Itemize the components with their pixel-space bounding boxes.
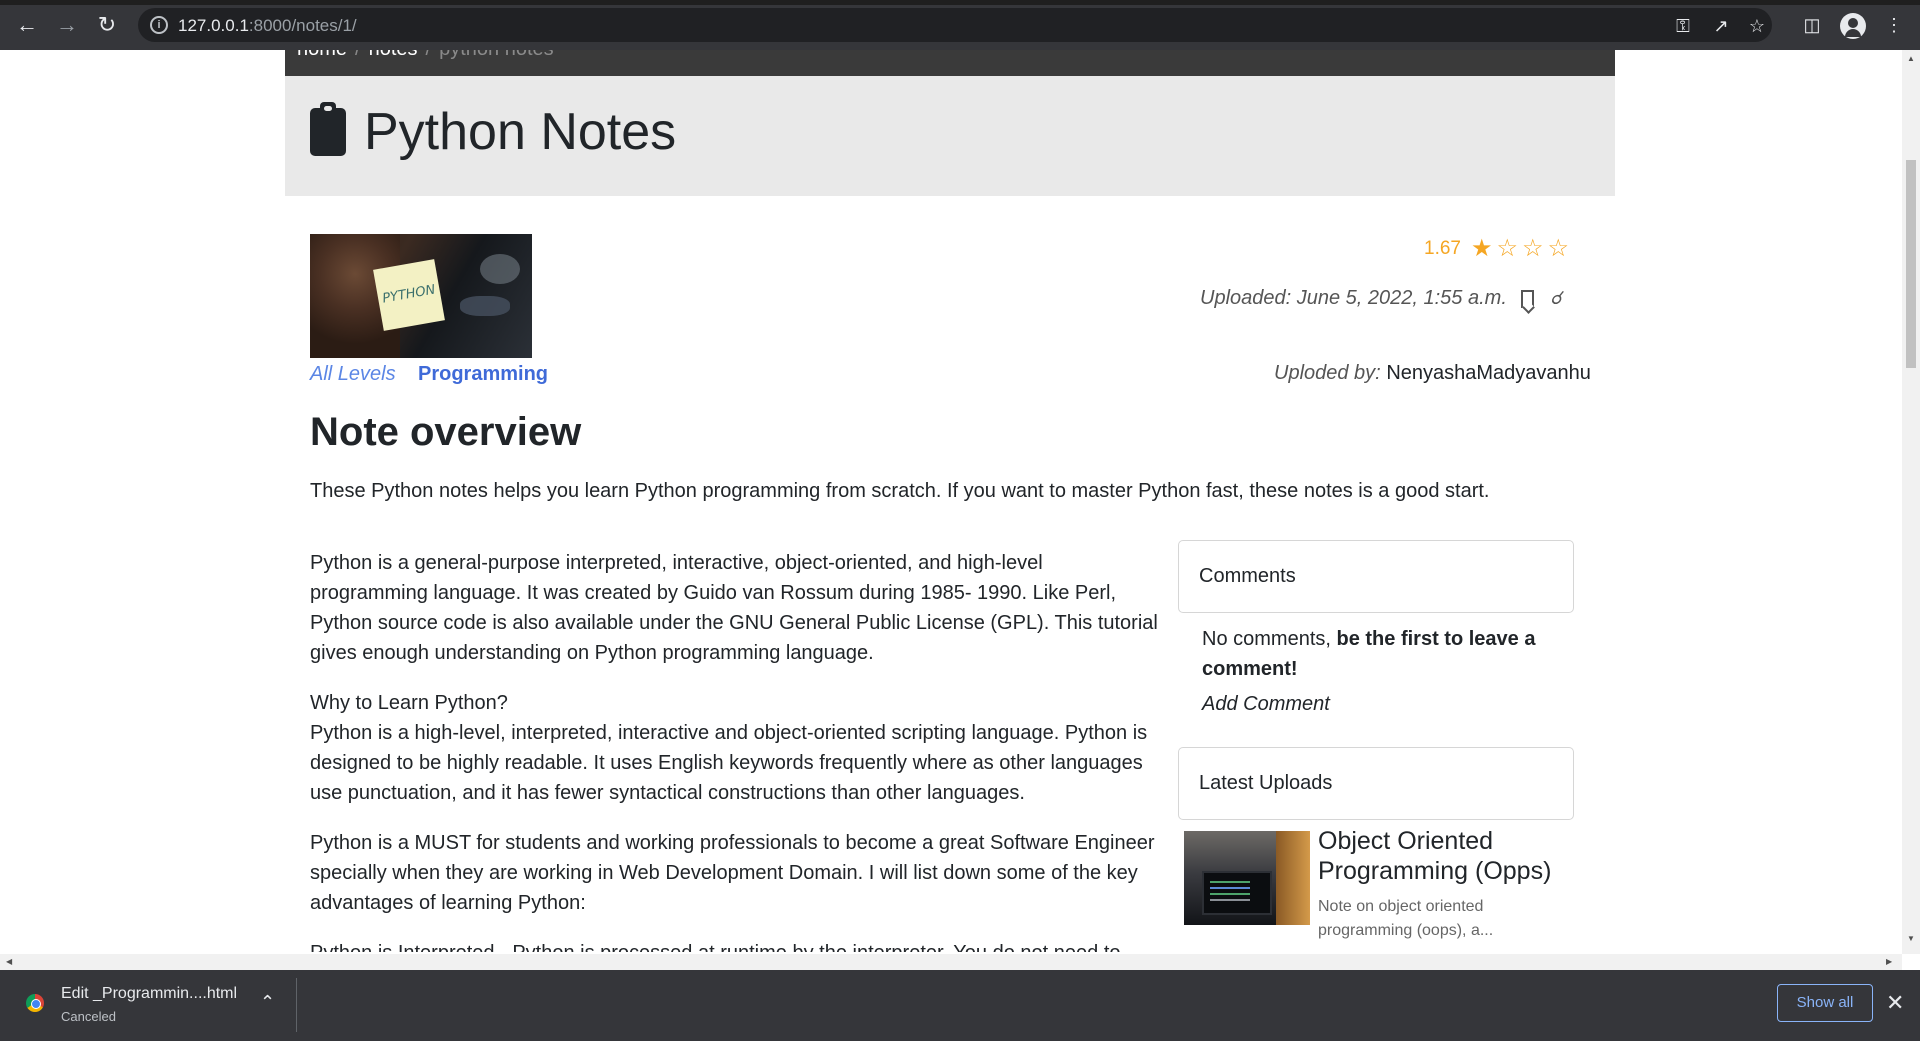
- thumbnail-bokeh: [460, 296, 510, 316]
- page-title-text: Python Notes: [364, 103, 677, 161]
- breadcrumb: home / notes / python notes: [285, 50, 1615, 76]
- latest-upload-title[interactable]: Object Oriented Programming (Opps): [1318, 826, 1588, 886]
- comments-card: Comments: [1178, 540, 1574, 613]
- star-filled-icon[interactable]: ★: [1471, 237, 1493, 261]
- scroll-up-icon[interactable]: ▲: [1907, 54, 1915, 63]
- note-body: Python is a general-purpose interpreted,…: [310, 548, 1162, 952]
- breadcrumb-current: python notes: [439, 50, 554, 60]
- body-subheading: Why to Learn Python?: [310, 692, 508, 714]
- scroll-left-icon[interactable]: ◀: [6, 957, 12, 966]
- uploader-label: Uploded by:: [1274, 362, 1381, 384]
- thumbnail-sticky-note: PYTHON: [373, 259, 445, 331]
- no-comments-text: No comments,: [1202, 628, 1331, 650]
- level-link[interactable]: All Levels: [310, 363, 396, 386]
- bookmark-icon[interactable]: [1520, 289, 1534, 308]
- thumbnail-laptop: [1202, 871, 1272, 915]
- overview-heading: Note overview: [310, 410, 582, 454]
- side-panel-icon[interactable]: ◫: [1800, 13, 1824, 37]
- star-empty-icon[interactable]: ☆: [1522, 237, 1544, 261]
- key-icon[interactable]: ⚿: [1672, 15, 1694, 37]
- thumbnail-bokeh: [480, 254, 520, 284]
- scroll-down-icon[interactable]: ▼: [1907, 934, 1915, 943]
- thumbnail-lamp: [1276, 831, 1310, 925]
- close-icon[interactable]: ✕: [1886, 990, 1904, 1016]
- no-comments-message: No comments, be the first to leave a com…: [1202, 624, 1562, 684]
- overview-text: These Python notes helps you learn Pytho…: [310, 480, 1490, 502]
- latest-uploads-title: Latest Uploads: [1199, 772, 1333, 794]
- breadcrumb-separator: /: [426, 50, 432, 60]
- share-icon[interactable]: ↗: [1710, 15, 1732, 37]
- chevron-up-icon[interactable]: ⌃: [260, 992, 275, 1013]
- category-link[interactable]: Programming: [418, 363, 548, 386]
- profile-icon[interactable]: [1840, 13, 1866, 39]
- latest-uploads-card: Latest Uploads: [1178, 747, 1574, 820]
- latest-upload-thumbnail[interactable]: [1184, 831, 1310, 925]
- comments-title: Comments: [1199, 565, 1296, 587]
- uploader-name[interactable]: NenyashaMadyavanhu: [1386, 362, 1591, 384]
- body-paragraph: Python is a MUST for students and workin…: [310, 832, 1155, 914]
- download-filename[interactable]: Edit _Programmin....html: [61, 985, 237, 1003]
- reload-icon[interactable]: ↻: [92, 10, 122, 40]
- browser-toolbar: ← → ↻ i 127.0.0.1:8000/notes/1/ ⚿ ↗ ☆ ◫ …: [0, 0, 1920, 50]
- page-viewport: home / notes / python notes Python Notes PYT…: [0, 50, 1902, 954]
- address-bar[interactable]: i 127.0.0.1:8000/notes/1/ ⚿ ↗ ☆: [138, 8, 1772, 42]
- divider: [296, 978, 297, 1032]
- tab-strip-edge: [0, 0, 1920, 5]
- uploader: Uploded by: NenyashaMadyavanhu: [1274, 362, 1591, 385]
- share-nodes-icon[interactable]: ☌: [1550, 288, 1562, 309]
- menu-icon[interactable]: ⋮: [1882, 13, 1906, 37]
- breadcrumb-notes[interactable]: notes: [369, 50, 418, 60]
- url-path: :8000/notes/1/: [248, 16, 357, 35]
- url-text[interactable]: 127.0.0.1:8000/notes/1/: [178, 16, 357, 36]
- rating-value: 1.67: [1424, 238, 1461, 259]
- breadcrumb-items: home / notes / python notes: [297, 50, 554, 61]
- add-comment-link[interactable]: Add Comment: [1202, 693, 1330, 716]
- body-paragraph: Why to Learn Python? Python is a high-lev…: [310, 688, 1162, 808]
- body-paragraph-partial: Python is Interpreted - Python is proces…: [310, 938, 1162, 952]
- note-thumbnail: PYTHON: [310, 234, 532, 358]
- page-title: Python Notes: [310, 102, 676, 162]
- star-icon[interactable]: ☆: [1746, 15, 1768, 37]
- star-empty-icon[interactable]: ☆: [1548, 237, 1570, 261]
- forward-icon[interactable]: →: [52, 10, 82, 40]
- star-empty-icon[interactable]: ☆: [1497, 237, 1519, 261]
- body-paragraph-text: Python is a high-level, interpreted, int…: [310, 722, 1148, 804]
- vertical-scrollbar[interactable]: ▲ ▼: [1902, 50, 1920, 954]
- rating: 1.67 ★ ☆ ☆ ☆: [1424, 237, 1569, 261]
- chrome-logo-icon: [26, 994, 44, 1012]
- info-icon[interactable]: i: [150, 16, 168, 34]
- download-status: Canceled: [61, 1009, 116, 1024]
- body-paragraph: Python is a general-purpose interpreted,…: [310, 552, 1158, 664]
- back-icon[interactable]: ←: [12, 10, 42, 40]
- scroll-right-icon[interactable]: ▶: [1886, 957, 1892, 966]
- breadcrumb-separator: /: [355, 50, 361, 60]
- upload-date-text: Uploaded: June 5, 2022, 1:55 a.m.: [1200, 287, 1507, 309]
- breadcrumb-home[interactable]: home: [297, 50, 347, 60]
- latest-upload-description: Note on object oriented programming (oop…: [1318, 898, 1494, 939]
- horizontal-scrollbar[interactable]: ◀ ▶: [0, 954, 1902, 970]
- url-host: 127.0.0.1: [178, 16, 249, 35]
- upload-date: Uploaded: June 5, 2022, 1:55 a.m. ☌: [1200, 287, 1562, 310]
- show-all-button[interactable]: Show all: [1777, 984, 1873, 1022]
- downloads-bar: Edit _Programmin....html Canceled ⌃ Show…: [0, 970, 1920, 1041]
- scrollbar-thumb[interactable]: [1906, 160, 1916, 368]
- clipboard-icon: [310, 102, 346, 156]
